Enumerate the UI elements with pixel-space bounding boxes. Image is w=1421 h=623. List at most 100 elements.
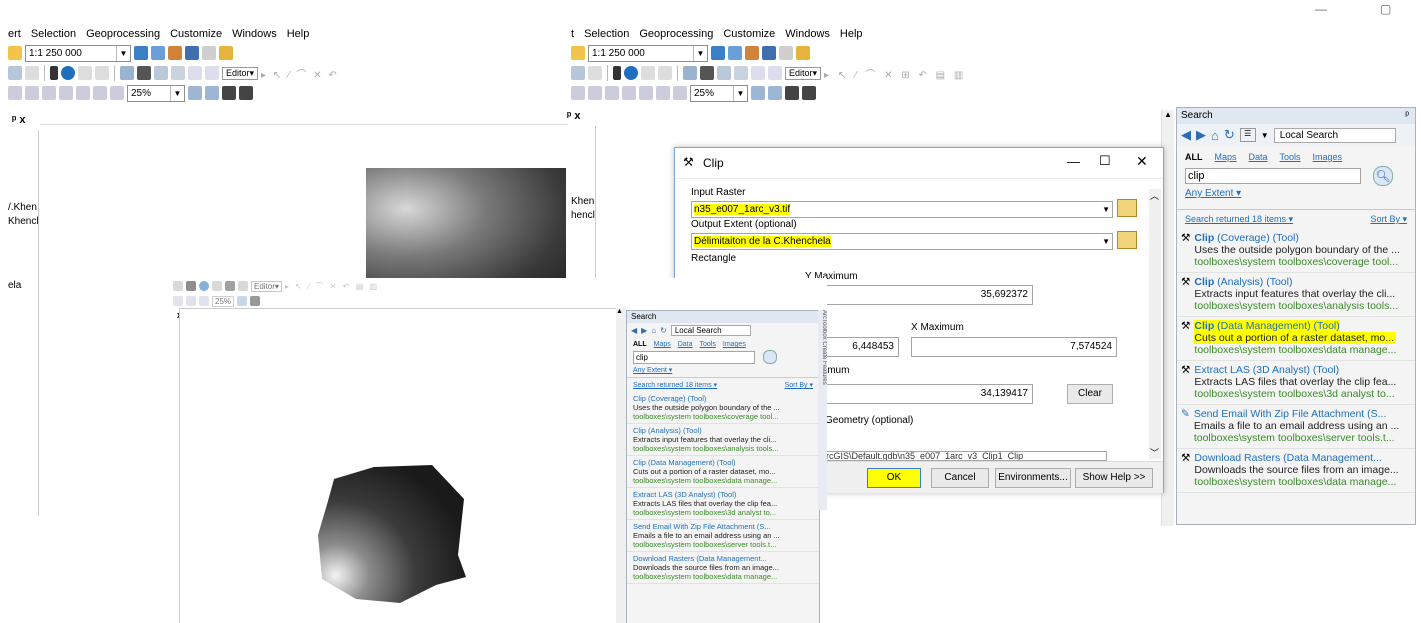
- map-icon[interactable]: [711, 46, 725, 60]
- focus-frame-icon[interactable]: [768, 86, 782, 100]
- open-folder-icon[interactable]: [1117, 231, 1137, 249]
- list-item[interactable]: ✎ Send Email With Zip File Attachment (S…: [1177, 405, 1415, 449]
- find-icon[interactable]: [137, 66, 151, 80]
- dialog-scrollbar[interactable]: ︿ ﹀: [1149, 189, 1161, 459]
- change-layout-icon[interactable]: [222, 86, 236, 100]
- list-item-highlighted[interactable]: ⚒ Clip (Data Management) (Tool) Cuts out…: [1177, 317, 1415, 361]
- filter-maps[interactable]: Maps: [1215, 152, 1237, 162]
- menu-help[interactable]: Help: [287, 28, 310, 40]
- python-icon[interactable]: [219, 46, 233, 60]
- search-window-icon[interactable]: [185, 46, 199, 60]
- menu-windows[interactable]: Windows: [785, 28, 830, 40]
- pointer-icon[interactable]: [50, 66, 58, 80]
- filter-all[interactable]: ALL: [1185, 152, 1203, 162]
- zoom-out-layout-icon[interactable]: [588, 86, 602, 100]
- sort-by[interactable]: Sort By ▾: [1370, 214, 1407, 225]
- search-window-icon[interactable]: [762, 46, 776, 60]
- any-extent-link[interactable]: Any Extent ▾: [1185, 188, 1241, 199]
- data-driven-pages-icon[interactable]: [239, 86, 253, 100]
- full-page-icon[interactable]: [622, 86, 636, 100]
- zoom-icon[interactable]: [8, 66, 22, 80]
- route-icon[interactable]: [154, 66, 168, 80]
- menu-customize[interactable]: Customize: [170, 28, 222, 40]
- result-name[interactable]: Clip: [1194, 232, 1214, 244]
- measure-icon[interactable]: [683, 66, 697, 80]
- chevron-down-icon[interactable]: ▼: [1102, 234, 1110, 249]
- goto-xy-icon[interactable]: [734, 66, 748, 80]
- ymax-field[interactable]: 35,692372: [805, 285, 1033, 305]
- pointer-icon[interactable]: [613, 66, 621, 80]
- zoom-in-layout-icon[interactable]: [8, 86, 22, 100]
- find-icon[interactable]: [700, 66, 714, 80]
- ok-button[interactable]: OK: [867, 468, 921, 488]
- previous-extent-icon[interactable]: [93, 86, 107, 100]
- menu-selection[interactable]: Selection: [584, 28, 629, 40]
- toc-layer-1[interactable]: Khen: [571, 196, 594, 207]
- input-raster-field[interactable]: n35_e007_1arc_v3.tif ▼: [691, 201, 1113, 218]
- goto-xy-icon[interactable]: [171, 66, 185, 80]
- filter-data[interactable]: Data: [1249, 152, 1268, 162]
- pan-layout-icon[interactable]: [42, 86, 56, 100]
- open-folder-icon[interactable]: [1117, 199, 1137, 217]
- catalog-icon[interactable]: [168, 46, 182, 60]
- fixed-zoom-icon[interactable]: [639, 86, 653, 100]
- list-item[interactable]: ⚒ Download Rasters (Data Management... D…: [1177, 449, 1415, 493]
- result-name[interactable]: Clip: [1194, 276, 1214, 288]
- toc-layer-2[interactable]: hencl: [571, 210, 595, 221]
- maximize-icon[interactable]: ☐: [1099, 153, 1111, 169]
- toc-layer-1[interactable]: /.Khen: [8, 202, 37, 213]
- toc-layer-3[interactable]: ela: [8, 280, 21, 291]
- filter-tools[interactable]: Tools: [1280, 152, 1301, 162]
- fixed-zoom-icon[interactable]: [76, 86, 90, 100]
- measure-icon[interactable]: [120, 66, 134, 80]
- result-name[interactable]: Clip: [1194, 320, 1215, 332]
- html-popup-icon[interactable]: [658, 66, 672, 80]
- search-icon[interactable]: 🔍︎: [1373, 166, 1393, 186]
- scale-combo-right[interactable]: 1:1 250 000 ▼: [588, 44, 708, 62]
- results-count[interactable]: Search returned 18 items ▾: [1185, 214, 1293, 225]
- back-arrow-icon[interactable]: ◀: [1181, 127, 1191, 143]
- change-layout-icon[interactable]: [785, 86, 799, 100]
- catalog-icon[interactable]: [745, 46, 759, 60]
- map-icon[interactable]: [134, 46, 148, 60]
- xmax-field[interactable]: 7,574524: [911, 337, 1117, 357]
- menu-geoprocessing[interactable]: Geoprocessing: [639, 28, 713, 40]
- clear-button[interactable]: Clear: [1067, 384, 1113, 404]
- refresh-icon[interactable]: ↻: [1224, 127, 1235, 143]
- filter-images[interactable]: Images: [1313, 152, 1343, 162]
- result-name[interactable]: Download Rasters: [1194, 452, 1280, 464]
- editor-menu[interactable]: Editor▾: [785, 66, 822, 80]
- environments-button[interactable]: Environments...: [995, 468, 1071, 488]
- html-popup-icon[interactable]: [95, 66, 109, 80]
- select-icon[interactable]: [588, 66, 602, 80]
- pan-layout-icon[interactable]: [605, 86, 619, 100]
- data-driven-pages-icon[interactable]: [802, 86, 816, 100]
- zoom-icon[interactable]: [571, 66, 585, 80]
- list-item[interactable]: ⚒ Clip (Coverage) (Tool) Uses the outsid…: [1177, 229, 1415, 273]
- output-raster-field[interactable]: cts\ArcGIS\Default.gdb\n35_e007_1arc_v3_…: [805, 451, 1107, 461]
- toolbox-icon[interactable]: [202, 46, 216, 60]
- zoom-out-layout-icon[interactable]: [25, 86, 39, 100]
- full-page-icon[interactable]: [59, 86, 73, 100]
- scale-combo[interactable]: 1:1 250 000 ▼: [25, 44, 131, 62]
- menu-selection[interactable]: Selection: [31, 28, 76, 40]
- show-help-button[interactable]: Show Help >>: [1075, 468, 1153, 488]
- editor-menu[interactable]: Editor▾: [222, 66, 259, 80]
- pencil-icon[interactable]: [78, 66, 92, 80]
- menu-insert[interactable]: ert: [8, 28, 21, 40]
- toolbox-icon[interactable]: [779, 46, 793, 60]
- search-input[interactable]: [1185, 168, 1361, 184]
- viewer-icon[interactable]: [205, 66, 219, 80]
- layout-zoom-combo-right[interactable]: 25% ▼: [690, 84, 748, 102]
- home-icon[interactable]: ⌂: [1211, 128, 1219, 143]
- next-extent-icon[interactable]: [673, 86, 687, 100]
- local-search-dropdown[interactable]: Local Search: [1273, 127, 1396, 143]
- identify-icon[interactable]: [61, 66, 75, 80]
- scroll-up-icon[interactable]: ︿: [1150, 189, 1159, 202]
- scroll-up-icon[interactable]: ▲: [1164, 110, 1172, 119]
- previous-extent-icon[interactable]: [656, 86, 670, 100]
- toc-pin-close-right[interactable]: ᵖ x: [567, 110, 580, 122]
- viewer-icon[interactable]: [768, 66, 782, 80]
- ymin-field[interactable]: 34,139417: [805, 384, 1033, 404]
- pin-icon[interactable]: ᵖ: [1405, 108, 1409, 124]
